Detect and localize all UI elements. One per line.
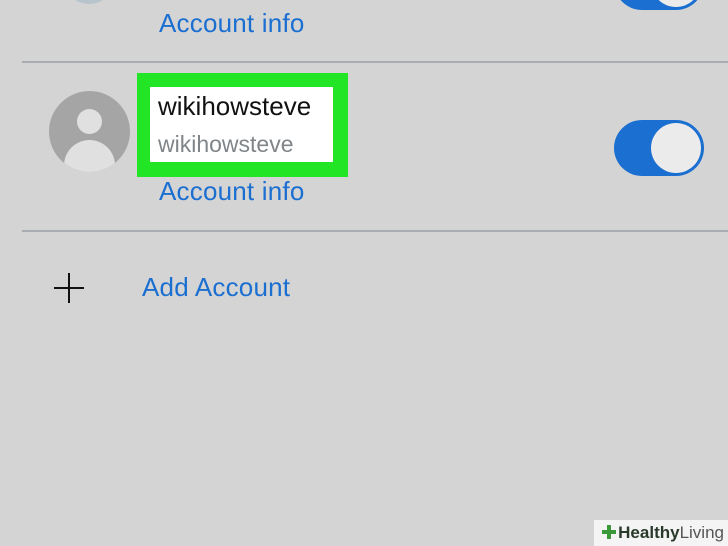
watermark-text-1: Healthy [618,523,680,542]
avatar-head [77,109,102,134]
add-account-button[interactable]: Add Account [142,272,290,303]
divider [22,230,728,232]
cross-icon [602,525,617,539]
divider [22,61,728,63]
accounts-screen: Account info wikihowsteve wikihowsteve A… [0,0,728,546]
highlight-box: wikihowsteve wikihowsteve [137,73,348,177]
account-toggle[interactable] [614,120,704,176]
top-account-info-link[interactable]: Account info [159,8,305,39]
top-account-avatar [66,0,112,4]
top-account-toggle[interactable] [614,0,704,10]
watermark-logo: HealthyLiving [594,520,728,546]
account-display-name: wikihowsteve [158,91,312,121]
account-info-link[interactable]: Account info [159,176,305,207]
account-username: wikihowsteve [158,131,294,157]
toggle-knob [651,0,701,7]
plus-icon[interactable] [54,270,86,306]
avatar [49,91,130,172]
toggle-knob [651,123,701,173]
watermark-text-2: Living [679,523,724,542]
avatar-shoulders [64,140,115,172]
account-name-block[interactable]: wikihowsteve wikihowsteve [150,87,333,162]
